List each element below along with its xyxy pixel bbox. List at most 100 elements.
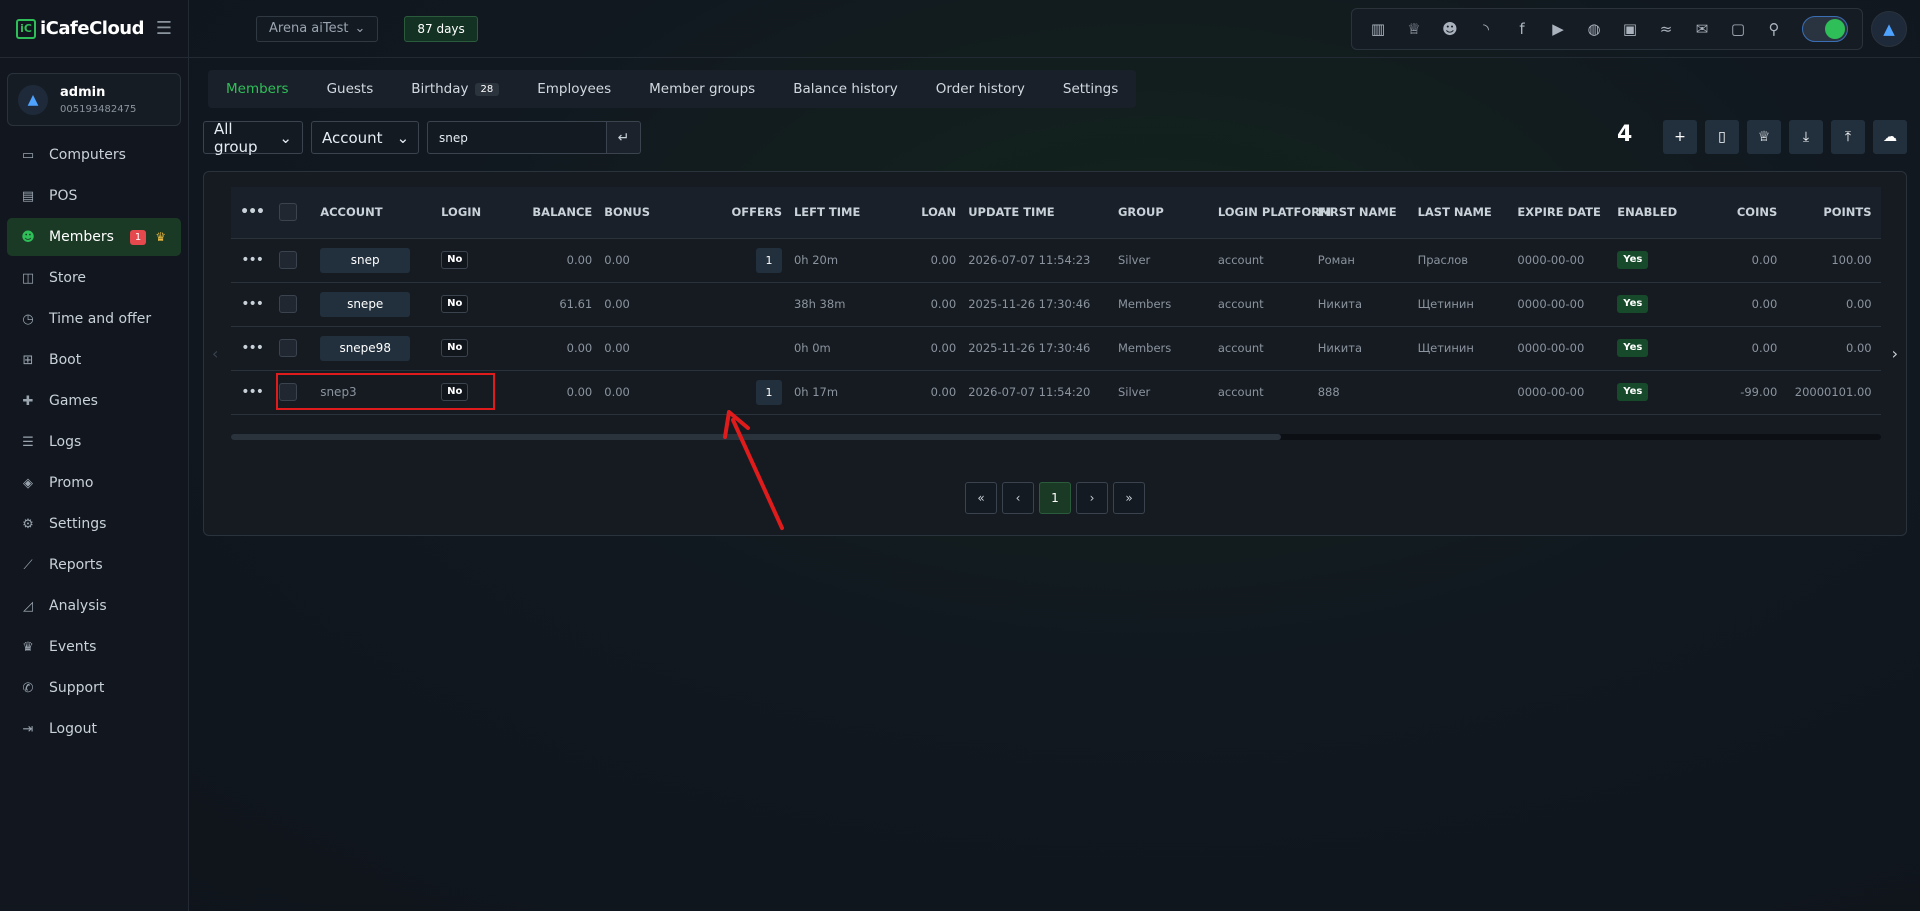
card-button[interactable]: ▯ — [1705, 120, 1739, 154]
handshake-icon[interactable]: ≈ — [1648, 20, 1684, 38]
users-icon[interactable]: ☻ — [1432, 20, 1468, 38]
page-1-button[interactable]: 1 — [1039, 482, 1071, 514]
column-header[interactable]: LOGIN — [435, 187, 508, 239]
points-cell: 100.00 — [1831, 253, 1872, 267]
prev-page-button[interactable]: ‹ — [1002, 482, 1034, 514]
tab-balance-history[interactable]: Balance history — [793, 81, 898, 97]
tab-settings[interactable]: Settings — [1063, 81, 1118, 97]
leaderboard-icon[interactable]: ▥ — [1360, 20, 1396, 38]
scrollbar-thumb[interactable] — [231, 434, 1281, 440]
column-header[interactable]: EXPIRE DATE — [1511, 187, 1612, 239]
first-page-button[interactable]: « — [965, 482, 997, 514]
column-header[interactable]: LOGIN PLATFORM — [1211, 187, 1331, 239]
column-header[interactable]: UPDATE TIME — [962, 187, 1112, 239]
sidebar-item-members[interactable]: ☻ Members 1 ♛ — [7, 218, 181, 256]
theme-toggle[interactable] — [1802, 16, 1848, 42]
row-checkbox[interactable] — [279, 251, 298, 269]
trophy-button[interactable]: ♕ — [1747, 120, 1781, 154]
column-header[interactable]: GROUP — [1111, 187, 1212, 239]
table-row[interactable]: ••• snep No 0.00 0.00 1 0h 20m 0.00 2026-07-07 1… — [231, 238, 1881, 282]
column-header[interactable]: BALANCE — [507, 187, 599, 239]
sidebar-item-logout[interactable]: ⇥ Logout — [7, 710, 181, 748]
youtube-icon[interactable]: ▶ — [1540, 20, 1576, 38]
offers-button[interactable]: 1 — [755, 379, 782, 405]
column-header[interactable]: COINS — [1700, 187, 1784, 239]
globe-icon[interactable]: ◍ — [1576, 20, 1612, 38]
column-header[interactable]: LAST NAME — [1411, 187, 1512, 239]
field-select[interactable]: Account ⌄ — [311, 121, 419, 154]
tab-guests[interactable]: Guests — [327, 81, 374, 97]
tab-member-groups[interactable]: Member groups — [649, 81, 755, 97]
tab-members[interactable]: Members — [226, 81, 289, 97]
tab-birthday[interactable]: Birthday 28 — [411, 81, 500, 97]
table-row[interactable]: ••• snepe No 61.61 0.00 38h 38m 0.00 2025-11-26… — [231, 282, 1881, 326]
column-header[interactable]: ACCOUNT — [314, 187, 436, 239]
last-name-cell: Щетинин — [1417, 297, 1474, 311]
table-row[interactable]: ••• snepe98 No 0.00 0.00 0h 0m 0.00 2025-11-26 … — [231, 326, 1881, 370]
search-submit-button[interactable]: ↵ — [607, 121, 641, 154]
sidebar-item-pos[interactable]: ▤ POS — [7, 177, 181, 215]
account-button[interactable]: snep3 — [320, 380, 357, 405]
column-header[interactable]: ENABLED — [1611, 187, 1701, 239]
table-row[interactable]: ••• snep3 No 0.00 0.00 1 0h 17m 0.00 2026-07-07 … — [231, 370, 1881, 414]
search-icon[interactable]: ⚲ — [1756, 20, 1792, 38]
column-header[interactable]: BONUS — [598, 187, 700, 239]
search-input[interactable] — [427, 121, 607, 154]
header-menu-icon[interactable]: ••• — [231, 187, 274, 239]
trophy-icon[interactable]: ♕ — [1396, 20, 1432, 38]
tab-employees[interactable]: Employees — [537, 81, 611, 97]
download-button[interactable]: ⤓ — [1789, 120, 1823, 154]
row-menu-icon[interactable]: ••• — [231, 326, 273, 370]
sidebar-item-computers[interactable]: ▭ Computers — [7, 136, 181, 174]
rss-icon[interactable]: ◝ — [1468, 20, 1504, 38]
sidebar-item-games[interactable]: ✚ Games — [7, 382, 181, 420]
sidebar-item-events[interactable]: ♛ Events — [7, 628, 181, 666]
last-page-button[interactable]: » — [1113, 482, 1145, 514]
balance-cell: 0.00 — [566, 385, 593, 399]
chat-icon[interactable]: ▢ — [1720, 20, 1756, 38]
account-button[interactable]: snepe — [320, 291, 411, 317]
sidebar-item-reports[interactable]: ⟋ Reports — [7, 546, 181, 584]
sidebar-item-support[interactable]: ✆ Support — [7, 669, 181, 707]
top-avatar[interactable]: ▲ — [1871, 11, 1907, 47]
account-button[interactable]: snepe98 — [320, 335, 411, 361]
row-checkbox[interactable] — [279, 339, 298, 357]
sidebar-item-time-and-offer[interactable]: ◷ Time and offer — [7, 300, 181, 338]
column-header[interactable]: OFFERS — [699, 187, 788, 239]
store-select[interactable]: Arena aiTest ⌄ — [256, 15, 379, 42]
sidebar-item-boot[interactable]: ⊞ Boot — [7, 341, 181, 379]
sidebar-item-logs[interactable]: ☰ Logs — [7, 423, 181, 461]
row-menu-icon[interactable]: ••• — [231, 370, 273, 414]
group-cell: Members — [1117, 297, 1172, 311]
sidebar-item-promo[interactable]: ◈ Promo — [7, 464, 181, 502]
column-header[interactable]: LOAN — [894, 187, 963, 239]
account-button[interactable]: snep — [320, 247, 411, 273]
column-header[interactable]: POINTS — [1783, 187, 1878, 239]
mail-icon[interactable]: ✉ — [1684, 20, 1720, 38]
scroll-right-icon[interactable]: › — [1892, 344, 1898, 363]
group-select[interactable]: All group ⌄ — [203, 120, 303, 156]
row-menu-icon[interactable]: ••• — [231, 238, 273, 282]
column-header[interactable]: LEFT TIME — [787, 187, 895, 239]
row-menu-icon[interactable]: ••• — [231, 282, 273, 326]
facebook-icon[interactable]: f — [1504, 20, 1540, 38]
icafe-icon[interactable]: ▣ — [1612, 20, 1648, 38]
hamburger-menu-icon[interactable]: ☰ — [156, 18, 172, 39]
horizontal-scrollbar[interactable] — [231, 434, 1881, 440]
scroll-left-icon[interactable]: ‹ — [212, 344, 218, 363]
row-checkbox[interactable] — [279, 383, 298, 401]
table-wrap[interactable]: ••• ACCOUNT LOGIN BALANCE BONUS OFFERS LEFT T… — [231, 187, 1881, 427]
user-card[interactable]: ▲ admin 005193482475 — [7, 73, 181, 126]
column-header[interactable]: FIRST NAME — [1311, 187, 1412, 239]
sidebar-item-analysis[interactable]: ◿ Analysis — [7, 587, 181, 625]
add-member-button[interactable]: + — [1663, 120, 1697, 154]
offers-button[interactable]: 1 — [755, 247, 782, 273]
cloud-upload-button[interactable]: ☁ — [1873, 120, 1907, 154]
sidebar-item-store[interactable]: ◫ Store — [7, 259, 181, 297]
upload-button[interactable]: ⤒ — [1831, 120, 1865, 154]
next-page-button[interactable]: › — [1076, 482, 1108, 514]
tab-order-history[interactable]: Order history — [936, 81, 1025, 97]
sidebar-item-settings[interactable]: ⚙ Settings — [7, 505, 181, 543]
row-checkbox[interactable] — [279, 295, 298, 313]
select-all-checkbox[interactable] — [279, 203, 298, 222]
